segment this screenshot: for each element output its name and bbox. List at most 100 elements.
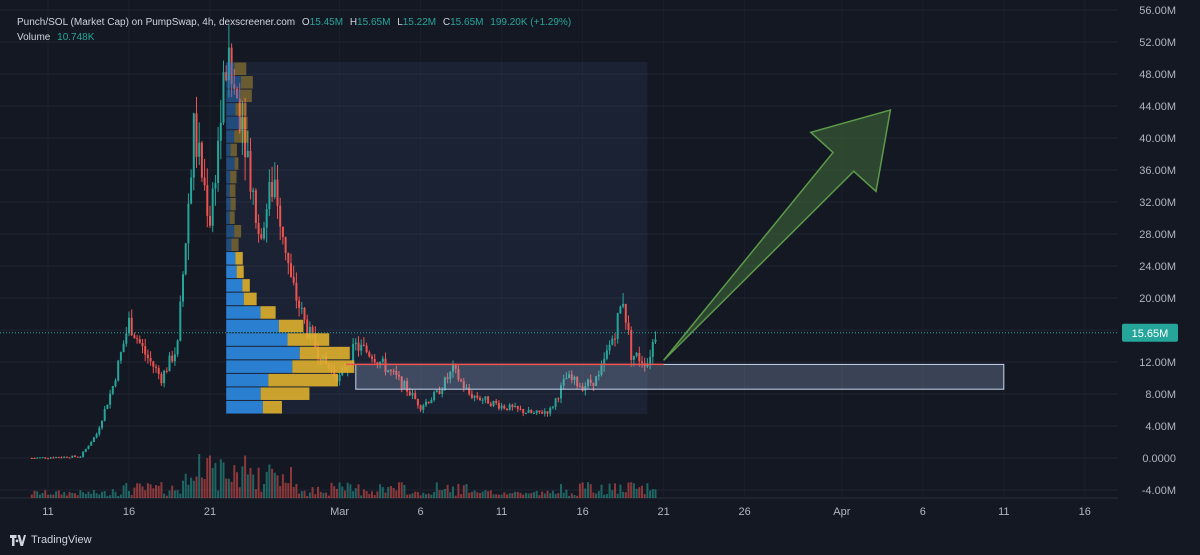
symbol-title[interactable]: Punch/SOL (Market Cap) on PumpSwap, 4h, … [17,17,295,28]
candle-body [425,401,427,406]
profile-bar-sell [229,184,236,197]
volume-bar [103,491,106,498]
candle-body [535,410,538,414]
volume-bar [292,486,295,498]
profile-bar-buy [226,360,293,373]
candle-body [300,307,303,309]
volume-bar [373,495,376,498]
volume-bar [90,493,93,498]
volume-bar [481,491,484,498]
candle-body [192,113,195,178]
volume-bar [233,465,236,498]
profile-bar-buy [226,143,231,157]
candle-body [41,457,44,459]
profile-bar-buy [226,89,241,103]
volume-bar [52,494,55,498]
volume-bar [114,491,117,498]
volume-bar [430,494,433,498]
candle-body [133,335,136,339]
profile-bar-buy [226,319,279,333]
volume-bar [101,491,103,498]
volume-bar [128,490,130,498]
volume-label[interactable]: Volume [17,32,50,43]
profile-bar-buy [226,197,231,211]
candle-body [92,437,95,443]
profile-bar-buy [226,238,232,252]
volume-bar [209,455,211,498]
volume-bar [470,491,473,498]
time-tick-label: Apr [833,506,850,518]
volume-bar [257,467,260,498]
price-chart[interactable]: 56.00M 52.00M 48.00M 44.00M 40.00M 36.00M 32.0… [0,0,1200,555]
volume-bar [535,491,538,498]
volume-bar [592,492,595,498]
candle-body [354,342,357,344]
volume-bar [311,487,314,498]
volume-bar [365,490,368,498]
candle-body [514,405,517,408]
price-tick-label: 44.00M [1139,101,1176,113]
price-tick-label: 52.00M [1139,37,1176,49]
volume-bar [152,488,155,498]
volume-bar [573,495,576,498]
volume-bar [341,486,344,498]
profile-bar-buy [226,211,230,224]
candle-body [144,346,147,355]
volume-bar [408,494,411,498]
profile-bar-buy [226,62,235,76]
volume-bar [71,493,74,498]
volume-bar [192,480,195,498]
candle-body [433,392,436,400]
volume-bar [360,495,363,498]
volume-bar [616,493,619,498]
price-tick-label: 40.00M [1139,133,1176,145]
tradingview-brand[interactable]: TradingView [10,534,92,546]
open-label: O [301,17,310,28]
candle-body [500,405,503,409]
volume-bar [524,492,527,498]
candle-body [222,72,225,123]
volume-bar [508,493,511,498]
volume-bar [433,492,436,498]
time-tick-label: 26 [738,506,750,518]
demand-zone-box[interactable] [355,363,1005,390]
candle-body [146,354,149,359]
volume-bar [141,486,144,498]
volume-bar [300,491,303,498]
candle-body [365,345,368,353]
time-tick-label: 11 [42,506,53,518]
profile-bar-buy [226,292,244,306]
volume-bar [182,480,184,498]
candle-body [163,370,166,384]
candle-body [476,395,479,398]
candle-body [411,392,414,396]
volume-bar [630,482,633,498]
volume-bar [560,484,562,498]
volume-bar [165,495,168,498]
candle-body [519,408,522,410]
candle-body [430,399,433,404]
volume-bar [597,491,600,498]
candle-body [492,400,495,406]
change-value: 199.20K (+1.29%) [490,17,572,28]
volume-bar [87,491,90,498]
profile-bar-buy [226,373,269,387]
volume-bar [519,492,522,498]
candle-body [538,410,541,413]
time-tick-label: 11 [496,506,507,518]
volume-bar [325,492,328,498]
time-tick-label: 6 [920,506,926,518]
volume-bar [354,488,357,498]
volume-bar [562,492,565,498]
candle-body [546,411,549,414]
profile-bar-sell [235,252,243,265]
volume-bar [230,481,233,498]
candle-body [279,205,282,227]
candle-body [503,405,506,409]
candle-body [479,397,481,401]
volume-bar [635,488,638,498]
candle-body [90,442,93,446]
volume-bar [111,489,114,498]
profile-bar-buy [226,346,300,360]
volume-bar [225,478,228,498]
